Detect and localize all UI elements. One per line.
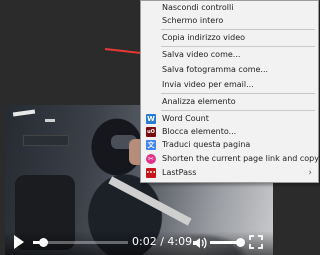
menu-item-copy-video-address[interactable]: Copia indirizzo video xyxy=(141,32,318,44)
context-menu: Nascondi controlli Schermo intero Copia … xyxy=(140,0,319,183)
fullscreen-icon[interactable] xyxy=(249,235,263,249)
video-controls: 0:02 / 4:09 xyxy=(5,231,273,255)
menu-separator xyxy=(161,46,315,47)
seek-handle[interactable] xyxy=(39,238,49,247)
menu-item-hide-controls[interactable]: Nascondi controlli xyxy=(141,2,318,14)
menu-item-translate-page[interactable]: 文 Traduci questa pagina xyxy=(141,139,318,151)
menu-item-lastpass[interactable]: ••• LastPass › xyxy=(141,167,318,179)
menu-item-inspect-element[interactable]: Analizza elemento xyxy=(141,96,318,108)
submenu-arrow-icon: › xyxy=(308,168,312,178)
word-count-icon: W xyxy=(146,114,156,124)
menu-separator xyxy=(161,110,315,111)
menu-separator xyxy=(161,93,315,94)
time-display: 0:02 / 4:09 xyxy=(132,235,193,248)
menu-item-save-video[interactable]: Salva video come... xyxy=(141,49,318,61)
menu-item-shorten-link[interactable]: ✂ Shorten the current page link and copy xyxy=(141,153,319,165)
seat-belt xyxy=(108,176,192,226)
menu-item-save-frame[interactable]: Salva fotogramma come... xyxy=(141,64,318,76)
link-shortener-icon: ✂ xyxy=(146,154,156,164)
background-sign xyxy=(23,135,69,146)
ublock-icon: uO xyxy=(146,127,156,137)
translate-icon: 文 xyxy=(146,140,156,150)
lastpass-icon: ••• xyxy=(146,168,156,178)
speaker-icon[interactable] xyxy=(191,235,207,251)
menu-item-fullscreen[interactable]: Schermo intero xyxy=(141,15,318,27)
seek-bar[interactable] xyxy=(33,238,128,247)
menu-item-word-count[interactable]: W Word Count xyxy=(141,113,318,125)
menu-item-block-element[interactable]: uO Blocca elemento... xyxy=(141,126,318,138)
ceiling-light xyxy=(45,119,55,122)
menu-item-email-video[interactable]: Invia video per email... xyxy=(141,79,318,91)
ceiling-light xyxy=(12,109,36,117)
volume-handle[interactable] xyxy=(236,238,245,247)
play-icon[interactable] xyxy=(14,235,24,249)
menu-separator xyxy=(161,29,315,30)
